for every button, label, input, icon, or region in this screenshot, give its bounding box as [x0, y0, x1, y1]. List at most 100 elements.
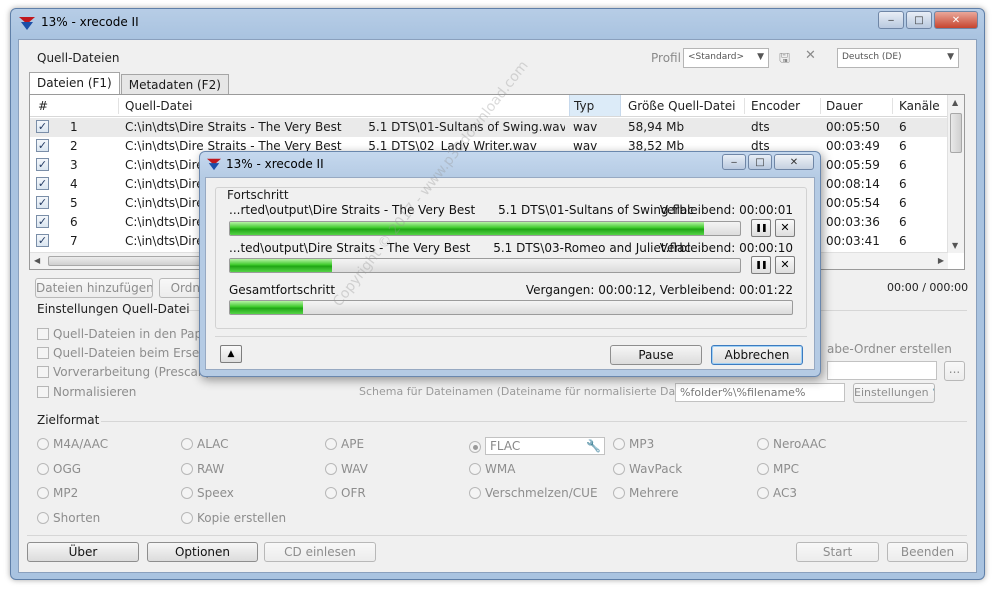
tab-metadata[interactable]: Metadaten (F2) — [120, 74, 229, 94]
format-wma[interactable]: WMA — [469, 462, 515, 476]
browse-folder-button[interactable]: ... — [944, 361, 965, 381]
format-flac[interactable]: FLAC 🔧 — [469, 437, 605, 455]
delete-profile-icon[interactable]: ✕ — [805, 48, 816, 63]
scroll-down-icon[interactable]: ▼ — [952, 241, 958, 250]
schema-input[interactable]: %folder%\%filename% — [675, 383, 845, 402]
scroll-right-icon[interactable]: ▶ — [938, 256, 944, 265]
add-files-button[interactable]: Dateien hinzufügen — [35, 278, 153, 298]
scroll-thumb[interactable] — [950, 113, 962, 153]
dialog-close-button[interactable]: ✕ — [774, 154, 814, 170]
row-channels: 6 — [899, 234, 907, 248]
table-header: # Quell-Datei Typ Größe Quell-Datei Enco… — [30, 95, 948, 117]
output-folder-input[interactable] — [827, 361, 937, 380]
row-checkbox[interactable]: ✓ — [36, 139, 49, 152]
format-multiple[interactable]: Mehrere — [613, 486, 678, 500]
column-header-type[interactable]: Typ — [569, 95, 621, 116]
option-prescan[interactable]: Vorverarbeitung (Prescan) — [37, 365, 210, 379]
minimize-button[interactable]: ‒ — [878, 11, 904, 29]
column-header-number[interactable]: # — [38, 99, 48, 113]
format-m4a-aac[interactable]: M4A/AAC — [37, 437, 108, 451]
format-shorten[interactable]: Shorten — [37, 511, 100, 525]
column-header-channels[interactable]: Kanäle — [899, 99, 940, 113]
format-ape[interactable]: APE — [325, 437, 364, 451]
save-profile-icon[interactable]: 🖫 — [779, 49, 790, 71]
row-checkbox[interactable]: ✓ — [36, 196, 49, 209]
column-header-duration[interactable]: Dauer — [826, 99, 863, 113]
row-duration: 00:05:54 — [826, 196, 880, 210]
pause-button[interactable]: Pause — [610, 345, 702, 365]
dialog-maximize-button[interactable]: □ — [748, 154, 772, 170]
tab-files[interactable]: Dateien (F1) — [29, 72, 120, 94]
format-wav[interactable]: WAV — [325, 462, 368, 476]
row-number: 3 — [70, 158, 78, 172]
dialog-title: 13% - xrecode II — [226, 157, 324, 171]
row-checkbox[interactable]: ✓ — [36, 158, 49, 171]
wrench-icon: 🔧 — [586, 439, 601, 453]
close-button[interactable]: ✕ — [934, 11, 978, 29]
format-wavpack[interactable]: WavPack — [613, 462, 682, 476]
pause-icon: ❚❚ — [755, 260, 767, 269]
scroll-up-icon[interactable]: ▲ — [952, 98, 958, 107]
format-mpc[interactable]: MPC — [757, 462, 799, 476]
filename-settings-button[interactable]: Einstellungen 🔧 — [853, 383, 935, 403]
column-header-file[interactable]: Quell-Datei — [125, 99, 192, 113]
language-select[interactable]: Deutsch (DE) ▼ — [837, 48, 959, 68]
row-checkbox[interactable]: ✓ — [36, 177, 49, 190]
collapse-dialog-button[interactable]: ▲ — [220, 345, 242, 363]
format-mp3[interactable]: MP3 — [613, 437, 654, 451]
format-ac3[interactable]: AC3 — [757, 486, 797, 500]
format-merge-cue[interactable]: Verschmelzen/CUE — [469, 486, 598, 500]
format-ogg[interactable]: OGG — [37, 462, 81, 476]
column-header-size[interactable]: Größe Quell-Datei — [628, 99, 736, 113]
job-progress-bar-2 — [229, 258, 741, 273]
profile-label: Profil — [651, 51, 681, 65]
language-select-value: Deutsch (DE) — [842, 52, 902, 62]
profile-select[interactable]: <Standard> ▼ — [683, 48, 769, 68]
job-pause-button-2[interactable]: ❚❚ — [751, 256, 771, 274]
exit-button[interactable]: Beenden — [887, 542, 968, 562]
output-folder-label: abe-Ordner erstellen — [827, 342, 952, 356]
job-remaining-2: Verbleibend: 00:00:10 — [659, 241, 793, 255]
row-duration: 00:08:14 — [826, 177, 880, 191]
dialog-minimize-button[interactable]: ‒ — [722, 154, 746, 170]
format-neroaac[interactable]: NeroAAC — [757, 437, 826, 451]
row-size: 58,94 Mb — [628, 120, 685, 134]
stop-icon: ✕ — [780, 258, 790, 271]
row-checkbox[interactable]: ✓ — [36, 215, 49, 228]
progress-dialog: 13% - xrecode II ‒ □ ✕ Fortschritt ...rt… — [199, 151, 821, 377]
source-tabs: Dateien (F1) Metadaten (F2) — [29, 72, 230, 94]
format-mp2[interactable]: MP2 — [37, 486, 78, 500]
chevron-down-icon: ▼ — [757, 52, 764, 62]
row-channels: 6 — [899, 196, 907, 210]
chevron-down-icon: ▼ — [947, 52, 954, 62]
scroll-left-icon[interactable]: ◀ — [34, 256, 40, 265]
settings-group-label: Einstellungen Quell-Datei — [37, 302, 190, 316]
dialog-client: Fortschritt ...rted\output\Dire Straits … — [205, 177, 815, 370]
format-copy[interactable]: Kopie erstellen — [181, 511, 286, 525]
table-row[interactable]: ✓ 1 C:\in\dts\Dire Straits - The Very Be… — [30, 118, 948, 137]
format-alac[interactable]: ALAC — [181, 437, 229, 451]
row-checkbox[interactable]: ✓ — [36, 120, 49, 133]
format-speex[interactable]: Speex — [181, 486, 234, 500]
about-button[interactable]: Über — [27, 542, 139, 562]
start-button[interactable]: Start — [796, 542, 879, 562]
total-time: 00:00 / 000:00 — [887, 281, 969, 294]
format-raw[interactable]: RAW — [181, 462, 224, 476]
options-button[interactable]: Optionen — [147, 542, 258, 562]
column-header-encoder[interactable]: Encoder — [751, 99, 800, 113]
title-bar[interactable]: 13% - xrecode II ‒ □ ✕ — [11, 9, 984, 37]
cancel-button[interactable]: Abbrechen — [711, 345, 803, 365]
job-stop-button-2[interactable]: ✕ — [775, 256, 795, 274]
format-ofr[interactable]: OFR — [325, 486, 366, 500]
collapse-arrow-icon: ▲ — [227, 349, 235, 359]
vertical-scrollbar[interactable]: ▲ ▼ — [947, 95, 964, 253]
row-number: 4 — [70, 177, 78, 191]
maximize-button[interactable]: □ — [906, 11, 932, 29]
rip-cd-button[interactable]: CD einlesen — [264, 542, 376, 562]
job-stop-button-1[interactable]: ✕ — [775, 219, 795, 237]
option-normalize[interactable]: Normalisieren — [37, 385, 136, 399]
row-number: 2 — [70, 139, 78, 153]
target-group-label: Zielformat — [37, 413, 100, 427]
job-pause-button-1[interactable]: ❚❚ — [751, 219, 771, 237]
row-checkbox[interactable]: ✓ — [36, 234, 49, 247]
